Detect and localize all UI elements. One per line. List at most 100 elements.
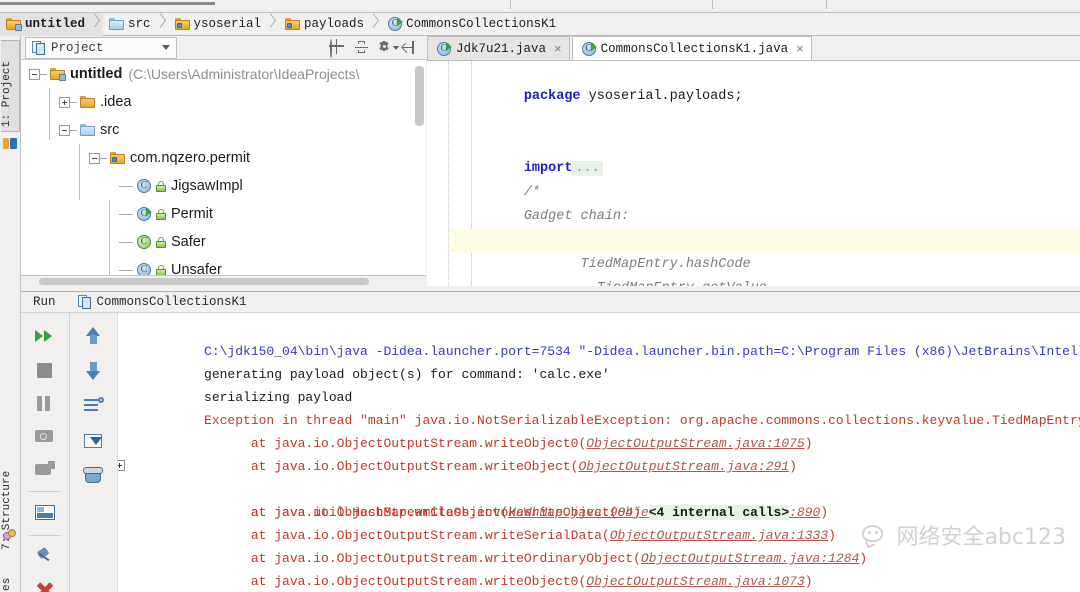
settings-gear-icon[interactable]	[378, 40, 399, 55]
project-tree-scrollbar[interactable]	[415, 66, 424, 126]
hide-panel-icon[interactable]	[401, 40, 417, 55]
soft-wrap-icon[interactable]	[81, 393, 107, 419]
code-line-comment: TiedMapEntry.getValue	[449, 253, 1080, 286]
camera-icon[interactable]	[32, 423, 58, 449]
sidebar-item-favorites[interactable]: vorites	[1, 548, 20, 592]
toolbar-divider	[29, 491, 61, 492]
breadcrumb-item-src[interactable]: src	[103, 13, 169, 36]
stacktrace-link[interactable]: ObjectOutputStream.java:1073	[586, 574, 804, 589]
tree-item-package[interactable]: com.nqzero.permit	[21, 144, 426, 172]
run-configuration-tab[interactable]: CommonsCollectionsK1	[77, 295, 247, 309]
module-folder-icon	[50, 68, 66, 81]
tree-item-src[interactable]: src	[21, 116, 426, 144]
trash-icon[interactable]	[81, 463, 107, 489]
tab-label: Jdk7u21.java	[456, 41, 547, 56]
rerun-icon[interactable]	[32, 323, 58, 349]
editor-area: Jdk7u21.java × CommonsCollectionsK1.java…	[427, 36, 1080, 286]
pin-icon[interactable]	[32, 544, 58, 570]
pause-icon[interactable]	[32, 391, 58, 417]
tree-connector	[119, 213, 133, 215]
editor-tab-bar: Jdk7u21.java × CommonsCollectionsK1.java…	[427, 36, 1080, 61]
tree-item-label: src	[100, 122, 120, 138]
tree-item-label: Safer	[171, 234, 206, 250]
tree-item-untitled[interactable]: untitled (C:\Users\Administrator\IdeaPro…	[21, 60, 426, 88]
stacktrace-link[interactable]: ObjectOutputStream.java:1075	[586, 436, 804, 451]
tree-item-jigsawimpl[interactable]: JigsawImpl	[21, 172, 426, 200]
tree-item-permit[interactable]: Permit	[21, 200, 426, 228]
console-lines: C:\jdk150_04\bin\java -Didea.launcher.po…	[118, 317, 1080, 592]
tree-item-path: (C:\Users\Administrator\IdeaProjects\	[128, 66, 360, 82]
tree-expander-icon[interactable]	[59, 124, 70, 136]
breadcrumb-item-ysoserial[interactable]: ysoserial	[169, 13, 280, 36]
toolbar-divider	[29, 535, 61, 536]
tree-expander-icon[interactable]	[59, 96, 70, 108]
tree-expander-icon[interactable]	[29, 68, 40, 80]
breadcrumb-label: untitled	[25, 17, 86, 31]
fold-expand-icon[interactable]	[118, 460, 125, 471]
close-icon[interactable]: ×	[796, 41, 804, 56]
console-output[interactable]: C:\jdk150_04\bin\java -Didea.launcher.po…	[117, 313, 1080, 592]
export-to-file-icon[interactable]	[81, 428, 107, 454]
project-tree[interactable]: untitled (C:\Users\Administrator\IdeaPro…	[21, 60, 426, 286]
project-tree-horizontal-scrollbar[interactable]	[39, 278, 369, 285]
code-line: package ysoserial.payloads;	[449, 61, 1080, 104]
tab-jdk7u21[interactable]: Jdk7u21.java ×	[427, 36, 570, 60]
collapse-all-icon[interactable]	[354, 40, 369, 55]
scroll-from-source-icon[interactable]	[330, 39, 345, 58]
chevron-down-icon	[162, 45, 170, 50]
breadcrumb-label: payloads	[304, 17, 365, 31]
tree-expander-icon[interactable]	[89, 152, 100, 164]
breadcrumb-label: ysoserial	[193, 17, 262, 31]
project-view-selector[interactable]: Project	[25, 36, 177, 59]
sidebar-item-project[interactable]: 1: Project	[1, 40, 20, 132]
breadcrumb-item-class[interactable]: CommonsCollectionsK1	[382, 13, 560, 36]
toolbar-separator	[826, 0, 827, 9]
public-lock-icon	[156, 236, 166, 248]
arrow-down-icon[interactable]	[81, 358, 107, 384]
stacktrace-link[interactable]: HashMap.java:984	[508, 505, 633, 520]
run-toolbar-right	[69, 313, 117, 592]
breadcrumb-item-payloads[interactable]: payloads	[279, 13, 382, 36]
tab-commonscollectionsk1[interactable]: CommonsCollectionsK1.java ×	[571, 36, 812, 60]
toolbar-separator	[712, 0, 713, 9]
tree-item-idea[interactable]: .idea	[21, 88, 426, 116]
source-folder-icon	[80, 124, 95, 136]
tree-connector	[40, 73, 47, 75]
arrow-up-icon[interactable]	[81, 323, 107, 349]
editor-gutter[interactable]	[427, 61, 449, 286]
console-text: at java.io.ObjectOutputStream.writeOrdin…	[204, 551, 641, 566]
folder-icon	[80, 96, 95, 108]
folder-module-icon	[6, 18, 22, 31]
console-text: at java.util.HashMap.writeObject(	[204, 505, 509, 520]
tree-item-safer[interactable]: Safer	[21, 228, 426, 256]
code-line-comment-caret: TiedMapEntry.hashCode	[449, 229, 1080, 272]
console-text: C:\jdk150_04\bin\java -Didea.launcher.po…	[204, 344, 1080, 359]
breadcrumb-item-untitled[interactable]: untitled	[0, 12, 104, 36]
console-text: at java.io.ObjectOutputStream.writeSeria…	[204, 528, 610, 543]
close-x-icon[interactable]	[32, 577, 58, 592]
favorites-icon	[3, 528, 18, 543]
stop-icon[interactable]	[32, 358, 58, 384]
stacktrace-link[interactable]: ObjectOutputStream.java:1284	[641, 551, 859, 566]
run-tab-label: CommonsCollectionsK1	[96, 295, 247, 309]
public-lock-icon	[156, 208, 166, 220]
code-line-comment: HashMap	[449, 205, 1080, 248]
stacktrace-link[interactable]: ObjectOutputStream.java:1333	[610, 528, 828, 543]
printer-icon[interactable]	[32, 456, 58, 482]
console-text: serializing payload	[204, 390, 353, 405]
run-window-header: Run CommonsCollectionsK1	[21, 292, 1080, 313]
code-line-import: import...	[449, 109, 1080, 176]
console-text: )	[804, 574, 813, 589]
tool-window-label: vorites	[1, 578, 13, 592]
restore-layout-icon[interactable]	[32, 500, 58, 526]
java-class-runnable-icon	[137, 207, 152, 221]
internal-calls-fold[interactable]: <4 internal calls>	[648, 505, 790, 520]
close-icon[interactable]: ×	[554, 41, 562, 56]
editor-code-view[interactable]: package ysoserial.payloads; import... /*…	[449, 61, 1080, 286]
console-text: at java.io.ObjectOutputStream.writeObjec…	[204, 574, 587, 589]
breadcrumb-chevron-icon	[90, 13, 99, 36]
tree-item-label: JigsawImpl	[171, 178, 243, 194]
project-view-icon	[32, 40, 45, 55]
project-icon	[3, 136, 18, 151]
